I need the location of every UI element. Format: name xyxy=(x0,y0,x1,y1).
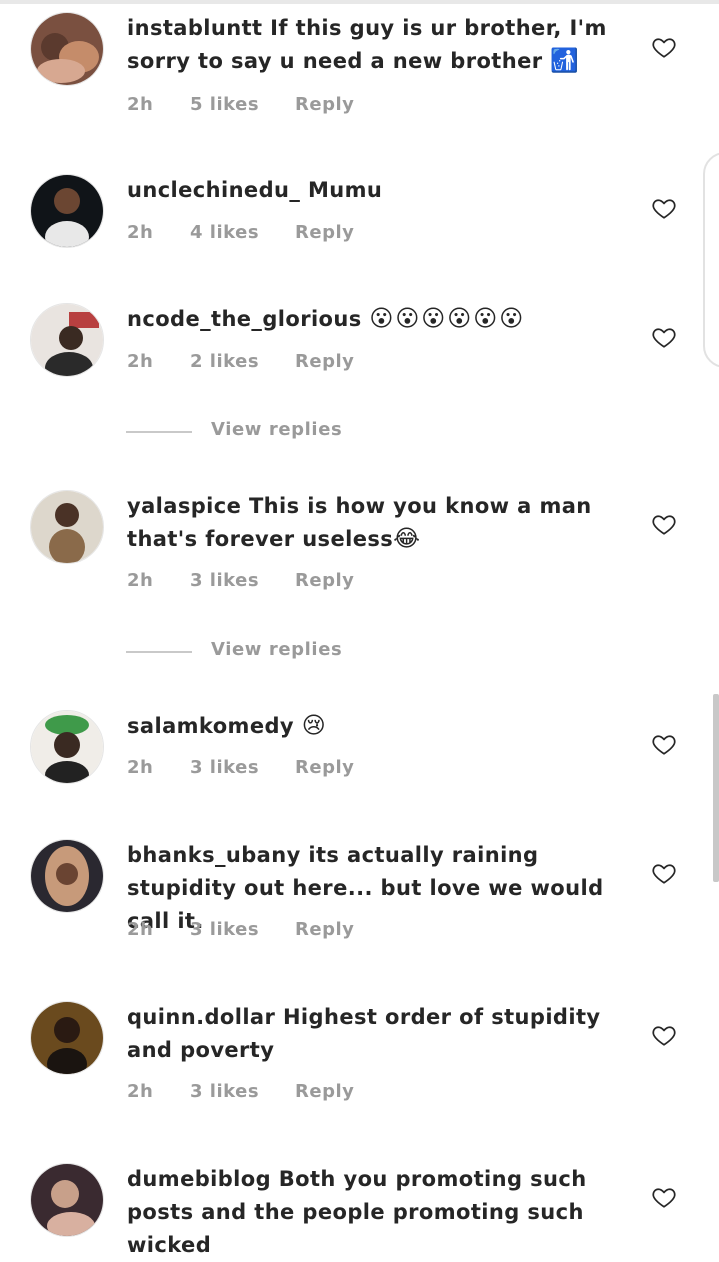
view-replies-button[interactable]: View replies xyxy=(126,419,426,445)
view-replies-button[interactable]: View replies xyxy=(126,639,426,665)
avatar[interactable] xyxy=(30,490,104,564)
comment-text: dumebiblog Both you promoting such posts… xyxy=(127,1163,627,1262)
comment-time: 2h xyxy=(127,222,154,243)
reply-button[interactable]: Reply xyxy=(295,1081,354,1102)
top-edge xyxy=(0,0,719,4)
avatar[interactable] xyxy=(30,174,104,248)
comment-username[interactable]: yalaspice xyxy=(127,494,241,518)
crying-emoji: 😢 xyxy=(301,713,328,739)
comment-likes[interactable]: 3 likes xyxy=(190,570,259,591)
comment-likes[interactable]: 3 likes xyxy=(190,757,259,778)
comment-text: salamkomedy 😢 xyxy=(127,710,627,743)
avatar[interactable] xyxy=(30,710,104,784)
comment-likes[interactable]: 4 likes xyxy=(190,222,259,243)
reply-button[interactable]: Reply xyxy=(295,757,354,778)
reply-button[interactable]: Reply xyxy=(295,222,354,243)
like-heart-icon[interactable] xyxy=(651,324,677,350)
like-heart-icon[interactable] xyxy=(651,195,677,221)
comment-body: Mumu xyxy=(300,178,383,202)
reply-button[interactable]: Reply xyxy=(295,570,354,591)
comment-username[interactable]: bhanks_ubany xyxy=(127,843,301,867)
comment-text: ncode_the_glorious 😮😮😮😮😮😮 xyxy=(127,303,627,336)
avatar[interactable] xyxy=(30,1163,104,1237)
reply-button[interactable]: Reply xyxy=(295,94,354,115)
like-heart-icon[interactable] xyxy=(651,731,677,757)
comment-body xyxy=(294,714,302,738)
comment-time: 2h xyxy=(127,351,154,372)
comment-likes[interactable]: 3 likes xyxy=(190,1081,259,1102)
comment-username[interactable]: ncode_the_glorious xyxy=(127,307,362,331)
comment-text: quinn.dollar Highest order of stupidity … xyxy=(127,1001,627,1067)
like-heart-icon[interactable] xyxy=(651,511,677,537)
view-replies-line xyxy=(126,651,192,653)
comment-username[interactable]: salamkomedy xyxy=(127,714,294,738)
like-heart-icon[interactable] xyxy=(651,1022,677,1048)
comment-time: 2h xyxy=(127,757,154,778)
laughing-emoji: 😂 xyxy=(393,526,423,552)
comment-text: instabluntt If this guy is ur brother, I… xyxy=(127,12,627,78)
comment-likes[interactable]: 5 likes xyxy=(190,94,259,115)
view-replies-label[interactable]: View replies xyxy=(211,639,342,660)
comment-username[interactable]: instabluntt xyxy=(127,16,262,40)
scrollbar[interactable] xyxy=(713,694,719,882)
comment-likes[interactable]: 3 likes xyxy=(190,919,259,940)
avatar[interactable] xyxy=(30,12,104,86)
comment-time: 2h xyxy=(127,570,154,591)
comment-username[interactable]: quinn.dollar xyxy=(127,1005,275,1029)
avatar[interactable] xyxy=(30,1001,104,1075)
view-replies-label[interactable]: View replies xyxy=(211,419,342,440)
comment-time: 2h xyxy=(127,94,154,115)
surprised-emoji: 😮😮😮😮😮😮 xyxy=(369,306,526,332)
comment-text: unclechinedu_ Mumu xyxy=(127,174,627,207)
avatar[interactable] xyxy=(30,839,104,913)
comment-username[interactable]: dumebiblog xyxy=(127,1167,271,1191)
like-heart-icon[interactable] xyxy=(651,34,677,60)
comment-time: 2h xyxy=(127,1081,154,1102)
comment-time: 2h xyxy=(127,919,154,940)
side-panel-edge xyxy=(703,152,719,368)
like-heart-icon[interactable] xyxy=(651,860,677,886)
reply-button[interactable]: Reply xyxy=(295,351,354,372)
reply-button[interactable]: Reply xyxy=(295,919,354,940)
comment-text: yalaspice This is how you know a man tha… xyxy=(127,490,627,556)
comment-likes[interactable]: 2 likes xyxy=(190,351,259,372)
comment-username[interactable]: unclechinedu_ xyxy=(127,178,300,202)
avatar[interactable] xyxy=(30,303,104,377)
like-heart-icon[interactable] xyxy=(651,1184,677,1210)
trash-emoji: 🚮 xyxy=(550,48,581,74)
view-replies-line xyxy=(126,431,192,433)
